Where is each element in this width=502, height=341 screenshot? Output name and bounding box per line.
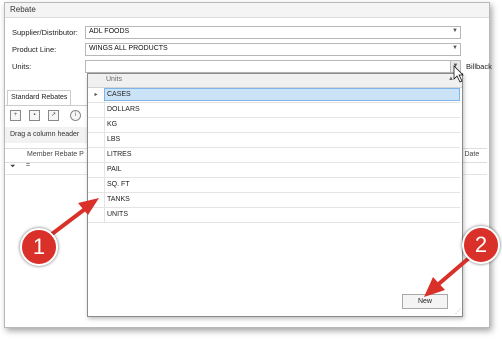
mouse-cursor-icon [453, 65, 464, 83]
annotation-arrows [42, 65, 478, 297]
callout-badge-1: 1 [20, 228, 58, 266]
callout-badge-2: 2 [462, 226, 500, 264]
